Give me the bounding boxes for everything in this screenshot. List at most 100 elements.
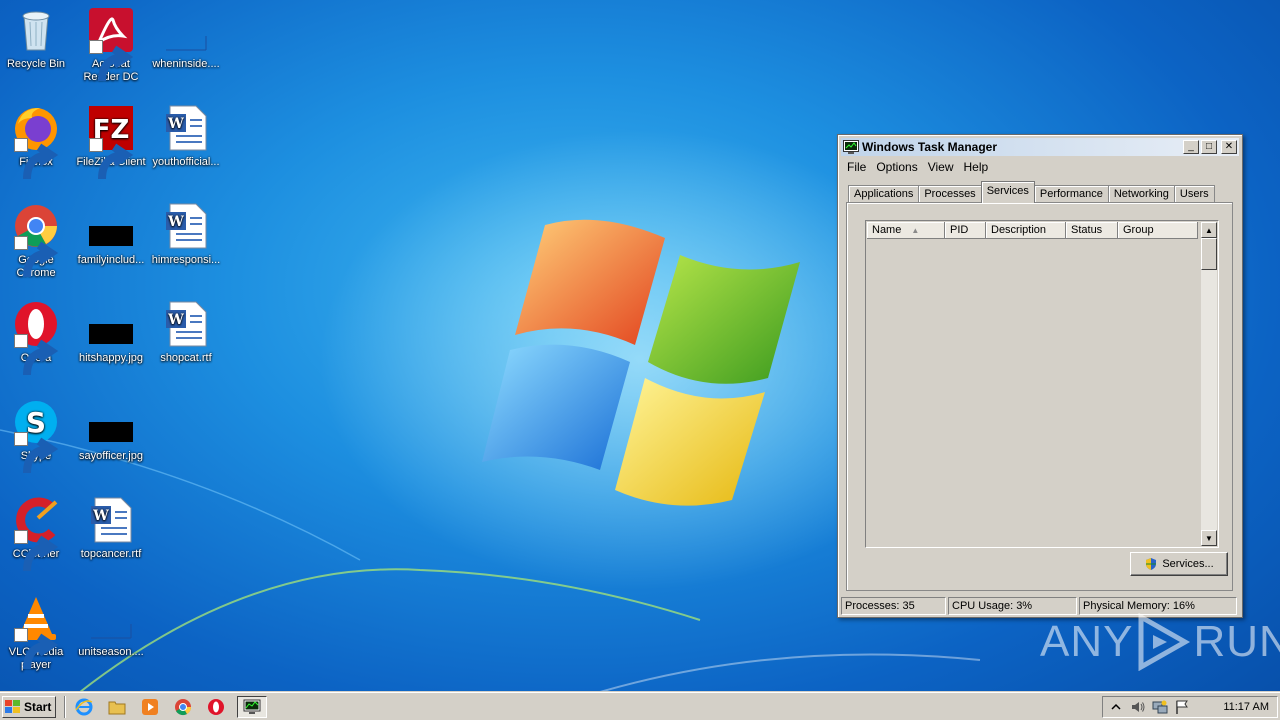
menu-help[interactable]: Help (959, 158, 994, 176)
shortcut-arrow-icon (23, 633, 59, 670)
list-header: Name ▲ PID Description Status Group (867, 222, 1198, 239)
action-center-flag-icon (1176, 700, 1188, 714)
sort-ascending-icon: ▲ (911, 226, 920, 235)
uac-shield-icon (1146, 558, 1157, 570)
word-document-icon: W (166, 301, 207, 347)
desktop-icon-vlc[interactable]: VLC media player (0, 594, 74, 672)
scroll-up-button[interactable]: ▲ (1201, 222, 1217, 238)
close-button[interactable]: ✕ (1221, 140, 1237, 154)
taskbar-task-manager[interactable] (237, 695, 267, 718)
column-header-group[interactable]: Group (1118, 222, 1198, 239)
watermark-text-left: ANY (1040, 617, 1134, 666)
tab-processes[interactable]: Processes (918, 185, 982, 203)
recycle-bin-icon (22, 11, 50, 51)
svg-text:W: W (167, 214, 184, 230)
shortcut-arrow-icon (23, 535, 59, 572)
arrow-down-icon: ▼ (1205, 533, 1213, 543)
start-button[interactable]: Start (2, 695, 56, 718)
taskbar-chrome[interactable] (171, 696, 195, 718)
desktop-icon-ccleaner[interactable]: CCleaner (0, 496, 74, 572)
services-button-label: Services... (1162, 558, 1214, 570)
desktop-icon-wheninside[interactable]: wheninside.... (148, 6, 224, 71)
minimize-icon: _ (1188, 141, 1194, 152)
opera-icon (208, 698, 224, 715)
desktop-icon-familyinclud[interactable]: familyinclud... (73, 202, 149, 267)
show-hidden-icons-button[interactable] (1107, 699, 1125, 715)
taskbar-opera[interactable] (204, 696, 228, 718)
svg-text:W: W (167, 116, 184, 132)
menu-options[interactable]: Options (871, 158, 922, 176)
desktop-icon-youthofficial[interactable]: W youthofficial... (148, 104, 224, 169)
scroll-down-button[interactable]: ▼ (1201, 530, 1217, 546)
status-processes: Processes: 35 (841, 597, 946, 615)
maximize-button[interactable]: □ (1201, 140, 1217, 154)
desktop-icon-hitshappy[interactable]: hitshappy.jpg (73, 300, 149, 365)
services-tab-panel: Name ▲ PID Description Status Group ▲ ▼ S… (846, 202, 1233, 591)
network-button[interactable] (1151, 699, 1169, 715)
desktop-icon-topcancer[interactable]: W topcancer.rtf (73, 496, 149, 561)
image-file-icon (166, 36, 207, 51)
internet-explorer-icon (75, 698, 93, 715)
start-label: Start (24, 699, 52, 714)
column-header-description[interactable]: Description (986, 222, 1066, 239)
desktop-icon-label: Recycle Bin (6, 58, 66, 70)
tab-users[interactable]: Users (1173, 185, 1215, 203)
menu-file[interactable]: File (842, 158, 871, 176)
desktop-icon-shopcat[interactable]: W shopcat.rtf (148, 300, 224, 365)
scroll-thumb[interactable] (1201, 238, 1217, 270)
desktop-icon-unitseason[interactable]: unitseason.... (73, 594, 149, 659)
taskbar: Start 11:17 AM (0, 692, 1280, 720)
desktop-icon-label: hitshappy.jpg (78, 352, 143, 364)
desktop-icon-label: shopcat.rtf (160, 352, 212, 364)
menu-bar: File Options View Help (842, 158, 993, 176)
column-header-name[interactable]: Name ▲ (867, 222, 945, 239)
tab-applications[interactable]: Applications (848, 185, 920, 203)
desktop-icon-label: topcancer.rtf (80, 548, 142, 560)
menu-view[interactable]: View (923, 158, 959, 176)
close-icon: ✕ (1224, 141, 1234, 152)
action-center-button[interactable] (1173, 699, 1191, 715)
desktop-icon-label: familyinclud... (77, 254, 145, 266)
task-manager-window[interactable]: Windows Task Manager _ □ ✕ File Options … (837, 134, 1243, 618)
speaker-icon (1132, 702, 1145, 712)
shortcut-arrow-icon (23, 241, 59, 278)
desktop-icon-label: himresponsi... (151, 254, 221, 266)
taskbar-windows-explorer[interactable] (105, 696, 129, 718)
vertical-scrollbar[interactable]: ▲ ▼ (1201, 222, 1217, 546)
explorer-folder-icon (108, 701, 126, 714)
column-header-pid[interactable]: PID (945, 222, 986, 239)
image-file-icon (89, 324, 133, 344)
show-hidden-icons-icon (1111, 703, 1121, 710)
desktop-icon-skype[interactable]: S Skype (0, 398, 74, 474)
desktop-icon-recycle-bin[interactable]: Recycle Bin (0, 6, 74, 71)
taskbar-media-player[interactable] (138, 696, 162, 718)
task-manager-icon (843, 140, 859, 154)
svg-text:W: W (167, 312, 184, 328)
desktop-icon-google-chrome[interactable]: Google Chrome (0, 202, 74, 280)
taskbar-clock[interactable]: 11:17 AM (1223, 701, 1269, 713)
desktop-icon-firefox[interactable]: Firefox (0, 104, 74, 180)
tab-performance[interactable]: Performance (1033, 185, 1109, 203)
desktop-icon-sayofficer[interactable]: sayofficer.jpg (73, 398, 149, 463)
maximize-icon: □ (1205, 141, 1213, 152)
shortcut-arrow-icon (98, 45, 134, 82)
minimize-button[interactable]: _ (1183, 140, 1199, 154)
services-button[interactable]: Services... (1130, 552, 1228, 576)
image-file-icon (91, 624, 132, 639)
word-document-icon: W (166, 203, 207, 249)
desktop-icon-acrobat-reader[interactable]: Acrobat Reader DC (73, 6, 149, 84)
desktop-icon-opera[interactable]: Opera (0, 300, 74, 376)
taskbar-internet-explorer[interactable] (72, 696, 96, 718)
volume-button[interactable] (1129, 699, 1147, 715)
tab-networking[interactable]: Networking (1107, 185, 1175, 203)
services-list[interactable]: Name ▲ PID Description Status Group ▲ ▼ (865, 220, 1219, 548)
desktop-icon-himresponsi[interactable]: W himresponsi... (148, 202, 224, 267)
system-tray: 11:17 AM (1102, 696, 1278, 718)
desktop-icon-filezilla[interactable]: FZ FileZilla Client (73, 104, 149, 180)
desktop-icon-label: wheninside.... (152, 58, 220, 70)
tab-services[interactable]: Services (980, 181, 1035, 203)
network-icon (1152, 700, 1168, 714)
title-bar[interactable]: Windows Task Manager _ □ ✕ (841, 138, 1239, 156)
column-header-status[interactable]: Status (1066, 222, 1118, 239)
desktop-icon-label: sayofficer.jpg (78, 450, 143, 462)
